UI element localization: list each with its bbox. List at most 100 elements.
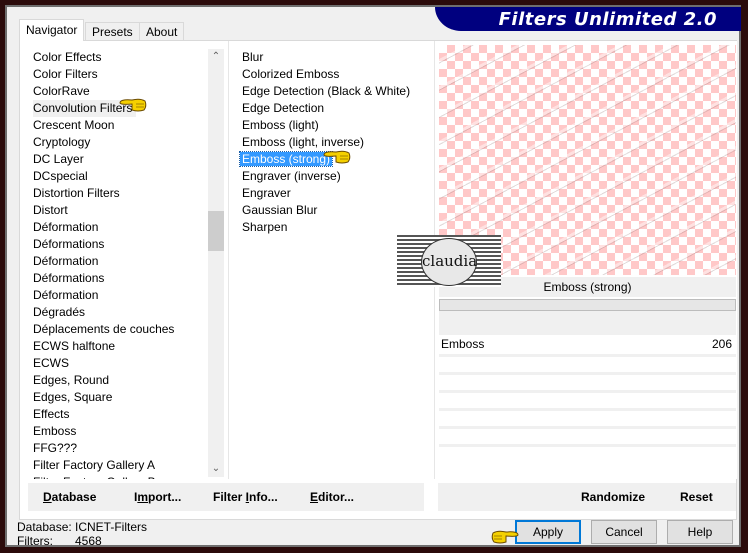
category-label: Distortion Filters (33, 186, 120, 200)
filter-label: Edge Detection (Black & White) (242, 84, 411, 98)
category-scrollbar[interactable]: ⌃ ⌄ (208, 49, 224, 477)
filter-item[interactable]: Gaussian Blur (238, 202, 428, 219)
filter-item[interactable]: Engraver (238, 185, 428, 202)
filter-label: Engraver (242, 186, 291, 200)
filter-item[interactable]: Blur (238, 49, 428, 66)
category-item[interactable]: Filter Factory Gallery A (30, 457, 208, 474)
category-item[interactable]: Déplacements de couches (30, 321, 208, 338)
category-label: FFG??? (33, 441, 78, 455)
filter-label: Colorized Emboss (242, 67, 340, 81)
parameter-value: 206 (711, 337, 732, 351)
empty-slider (439, 390, 736, 393)
tab-navigator[interactable]: Navigator (19, 19, 85, 41)
filter-item[interactable]: Edge Detection (Black & White) (238, 83, 428, 100)
title-banner: Filters Unlimited 2.0 (435, 7, 741, 31)
category-item[interactable]: Cryptology (30, 134, 208, 151)
category-label: ECWS halftone (33, 339, 116, 353)
chevron-up-icon[interactable]: ⌃ (208, 49, 224, 65)
category-label: DC Layer (33, 152, 84, 166)
empty-slider (439, 354, 736, 357)
parameter-label: Emboss (441, 337, 485, 351)
filter-label: Blur (242, 50, 264, 64)
category-label: Déplacements de couches (33, 322, 175, 336)
category-item[interactable]: Filter Factory Gallery B (30, 474, 208, 479)
category-item[interactable]: Edges, Round (30, 372, 208, 389)
apply-button[interactable]: Apply (515, 520, 581, 544)
pointing-hand-icon (119, 98, 147, 112)
category-item[interactable]: Distortion Filters (30, 185, 208, 202)
filter-item[interactable]: Emboss (light) (238, 117, 428, 134)
filter-info-button[interactable]: Filter Info... (213, 483, 278, 511)
editor-button[interactable]: Editor... (310, 483, 354, 511)
filter-label: Engraver (inverse) (242, 169, 341, 183)
category-label: Edges, Square (33, 390, 113, 404)
category-item[interactable]: Effects (30, 406, 208, 423)
category-item[interactable]: FFG??? (30, 440, 208, 457)
reset-button[interactable]: Reset (680, 483, 713, 511)
cancel-button[interactable]: Cancel (591, 520, 657, 544)
category-label: Effects (33, 407, 70, 421)
progress-bar (439, 299, 736, 311)
category-item[interactable]: Déformations (30, 270, 208, 287)
category-item[interactable]: DCspecial (30, 168, 208, 185)
category-label: DCspecial (33, 169, 88, 183)
chevron-down-icon[interactable]: ⌄ (208, 461, 224, 477)
category-label: Crescent Moon (33, 118, 115, 132)
randomize-button[interactable]: Randomize (581, 483, 645, 511)
category-item[interactable]: Déformation (30, 219, 208, 236)
category-label: Cryptology (33, 135, 91, 149)
database-value: ICNET-Filters (75, 520, 147, 534)
category-item[interactable]: Emboss (30, 423, 208, 440)
filters-label: Filters: (17, 534, 53, 548)
import-button[interactable]: Import... (134, 483, 181, 511)
filter-label: Emboss (light) (242, 118, 319, 132)
category-label: Dégradés (33, 305, 86, 319)
parameter-header (439, 311, 736, 335)
tab-about[interactable]: About (139, 22, 185, 41)
category-item[interactable]: Déformation (30, 287, 208, 304)
category-item[interactable]: Dégradés (30, 304, 208, 321)
filter-item[interactable]: Engraver (inverse) (238, 168, 428, 185)
category-label: Déformation (33, 254, 99, 268)
database-label: Database: (17, 520, 72, 534)
category-label: Edges, Round (33, 373, 110, 387)
category-item[interactable]: Crescent Moon (30, 117, 208, 134)
category-item[interactable]: DC Layer (30, 151, 208, 168)
category-label: Déformations (33, 237, 105, 251)
left-toolbar: Database Import... Filter Info... Editor… (28, 483, 424, 511)
right-toolbar: Randomize Reset (438, 483, 736, 511)
filter-item[interactable]: Colorized Emboss (238, 66, 428, 83)
category-item[interactable]: ECWS (30, 355, 208, 372)
filter-item[interactable]: Edge Detection (238, 100, 428, 117)
filters-unlimited-window: Filters Unlimited 2.0 Navigator Presets … (7, 7, 741, 548)
scrollbar-thumb[interactable] (208, 211, 224, 251)
empty-slider (439, 426, 736, 429)
filter-item[interactable]: Sharpen (238, 219, 428, 236)
category-item[interactable]: Distort (30, 202, 208, 219)
filter-label: Emboss (light, inverse) (242, 135, 365, 149)
category-item[interactable]: Déformations (30, 236, 208, 253)
category-item[interactable]: Color Effects (30, 49, 208, 66)
window-title: Filters Unlimited 2.0 (498, 9, 717, 30)
empty-slider (439, 372, 736, 375)
outer-frame: Filters Unlimited 2.0 Navigator Presets … (5, 5, 741, 548)
category-item[interactable]: Color Filters (30, 66, 208, 83)
category-label: Déformation (33, 220, 99, 234)
category-label: Filter Factory Gallery B (33, 475, 156, 479)
watermark-text: claudia (421, 238, 477, 286)
watermark-logo: claudia (397, 235, 501, 287)
filter-label: Sharpen (242, 220, 288, 234)
category-list[interactable]: Color Effects Color Filters ColorRave Convo… (30, 49, 208, 479)
filter-label: Gaussian Blur (242, 203, 318, 217)
category-item[interactable]: Déformation (30, 253, 208, 270)
tab-presets[interactable]: Presets (85, 22, 140, 41)
database-button[interactable]: Database (43, 483, 96, 511)
category-item[interactable]: ECWS halftone (30, 338, 208, 355)
category-item[interactable]: Edges, Square (30, 389, 208, 406)
navigator-panel: Color Effects Color Filters ColorRave Convo… (19, 40, 737, 520)
parameter-slider-emboss[interactable]: Emboss 206 (439, 335, 736, 353)
help-button[interactable]: Help (667, 520, 733, 544)
category-label: ECWS (33, 356, 69, 370)
category-label: ColorRave (33, 84, 90, 98)
category-label: Filter Factory Gallery A (33, 458, 156, 472)
